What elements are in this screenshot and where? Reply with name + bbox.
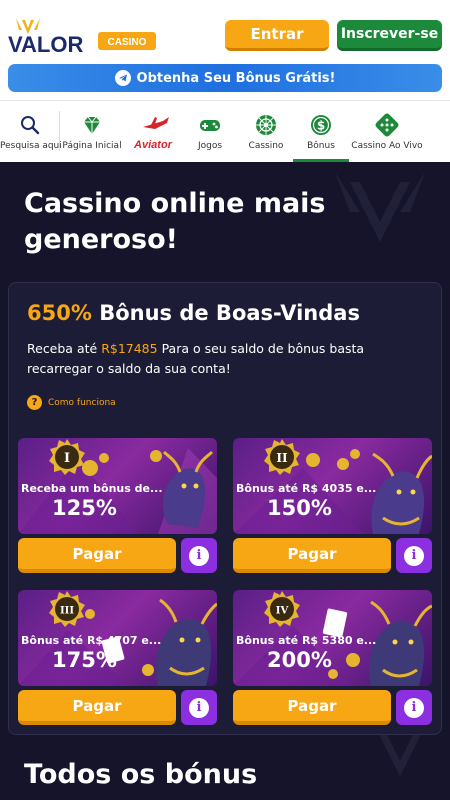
signup-button[interactable]: Inscrever-se (337, 20, 442, 51)
svg-text:CASINO: CASINO (108, 37, 147, 48)
category-nav: Pesquisa aqui Página Inicial Aviator Jog… (0, 100, 450, 162)
svg-text:I: I (64, 451, 70, 466)
info-icon: i (189, 545, 209, 566)
nav-label: Pesquisa aqui (0, 141, 62, 151)
tile-description: Bônus até R$ 5380 e... (236, 634, 377, 647)
main-content: Cassino online mais generoso! 650% Bônus… (0, 162, 450, 800)
info-button[interactable]: i (181, 690, 217, 725)
tile-description: Receba um bônus de... (21, 482, 163, 495)
svg-text:IV: IV (276, 606, 289, 617)
nav-item-casino[interactable]: Cassino (238, 101, 294, 163)
all-bonuses-heading: Todos os bónus (24, 759, 258, 790)
tier-badge-icon: II (264, 439, 300, 475)
page-title: Cassino online mais generoso! (24, 188, 326, 255)
welcome-bonus-title: 650% Bônus de Boas-Vindas (27, 301, 360, 325)
nav-label: Bônus (307, 141, 335, 151)
bonus-tile: IV Bônus até R$ 5380 e... 200% Pagar i (233, 590, 432, 741)
info-icon: i (404, 545, 424, 566)
tile-percent: 200% (267, 648, 332, 672)
valor-casino-logo[interactable]: VALOR CASINO (8, 16, 158, 60)
banner-text: Obtenha Seu Bônus Grátis! (136, 70, 336, 86)
bonus-amount: R$17485 (101, 341, 158, 356)
dollar-coin-icon: $ (309, 113, 333, 137)
info-button[interactable]: i (181, 538, 217, 573)
nav-item-live-casino[interactable]: Cassino Ao Vivo (348, 101, 426, 163)
info-icon: i (404, 697, 424, 718)
tier-badge-icon: IV (264, 591, 300, 627)
welcome-bonus-title-text: Bônus de Boas-Vindas (99, 301, 360, 325)
how-it-works-label: Como funciona (48, 397, 116, 408)
info-button[interactable]: i (396, 690, 432, 725)
search-icon (18, 113, 42, 137)
aviator-logo-text: Aviator (134, 139, 172, 151)
question-icon: ? (27, 395, 42, 410)
pay-button[interactable]: Pagar (18, 690, 176, 725)
bonus-tile: III Bônus até R$ 4707 e... 175% Pagar i (18, 590, 217, 741)
info-button[interactable]: i (396, 538, 432, 573)
pay-button[interactable]: Pagar (233, 538, 391, 573)
welcome-bonus-percent: 650% (27, 301, 92, 325)
svg-text:$: $ (317, 119, 325, 133)
desc-prefix: Receba até (27, 341, 98, 356)
svg-text:VALOR: VALOR (8, 32, 83, 57)
nav-label: Jogos (197, 141, 223, 151)
info-icon: i (189, 697, 209, 718)
dragon-watermark-icon (335, 172, 425, 242)
nav-item-home[interactable]: Página Inicial (60, 101, 124, 163)
diamond-icon (80, 113, 104, 137)
tile-description: Bônus até R$ 4707 e... (21, 634, 162, 647)
tile-percent: 175% (52, 648, 117, 672)
gamepad-icon (198, 113, 222, 137)
tile-percent: 150% (267, 496, 332, 520)
bonus-tile: I Receba um bônus de... 125% Pagar i (18, 438, 217, 589)
nav-item-search[interactable]: Pesquisa aqui (0, 101, 62, 163)
site-header: VALOR CASINO Entrar Inscrever-se Obtenha… (0, 0, 450, 100)
dice-icon (375, 113, 399, 137)
pay-button[interactable]: Pagar (233, 690, 391, 725)
tile-percent: 125% (52, 496, 117, 520)
pay-button[interactable]: Pagar (18, 538, 176, 573)
nav-label: Cassino Ao Vivo (351, 141, 423, 151)
how-it-works-link[interactable]: ? Como funciona (27, 395, 116, 410)
tier-badge-icon: I (49, 439, 85, 475)
nav-label: Cassino (248, 141, 284, 151)
svg-text:II: II (276, 451, 288, 465)
telegram-icon (114, 70, 131, 86)
nav-item-aviator[interactable]: Aviator (124, 101, 182, 163)
roulette-icon (254, 113, 278, 137)
nav-item-games[interactable]: Jogos (182, 101, 238, 163)
nav-label: Página Inicial (62, 141, 122, 151)
aviator-plane-icon (141, 113, 169, 137)
login-button[interactable]: Entrar (225, 20, 329, 51)
nav-item-bonus[interactable]: $ Bônus (294, 101, 348, 163)
tile-description: Bônus até R$ 4035 e... (236, 482, 377, 495)
free-bonus-banner[interactable]: Obtenha Seu Bônus Grátis! (8, 64, 442, 92)
welcome-bonus-description: Receba até R$17485 Para o seu saldo de b… (27, 339, 432, 379)
tier-badge-icon: III (49, 591, 85, 627)
bonus-tile: II Bônus até R$ 4035 e... 150% Pagar i (233, 438, 432, 589)
svg-text:III: III (60, 606, 74, 617)
